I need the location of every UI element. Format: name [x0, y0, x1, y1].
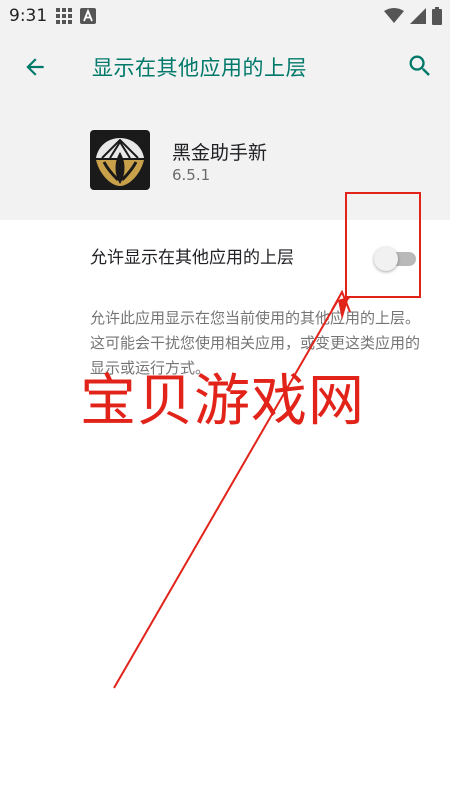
app-version: 6.5.1	[172, 166, 211, 184]
search-icon[interactable]	[406, 52, 434, 80]
back-arrow-icon[interactable]	[22, 54, 48, 80]
overlay-permission-label: 允许显示在其他应用的上层	[90, 248, 294, 268]
app-logo-image	[90, 130, 150, 190]
status-icons-left	[56, 8, 96, 24]
status-bar: 9:31	[0, 0, 450, 32]
app-name: 黑金助手新	[172, 142, 268, 164]
signal-icon	[410, 8, 426, 24]
annotation-highlight-box	[345, 192, 421, 298]
status-icons-right	[384, 7, 442, 25]
app-logo	[90, 130, 150, 190]
grid-icon	[56, 8, 72, 24]
app-bar: 显示在其他应用的上层	[0, 32, 450, 102]
a-badge-icon	[80, 8, 96, 24]
status-time: 9:31	[9, 6, 48, 26]
battery-icon	[432, 7, 442, 25]
page-title: 显示在其他应用的上层	[92, 56, 307, 80]
watermark-text: 宝贝游戏网	[80, 369, 365, 434]
wifi-icon	[384, 8, 404, 23]
